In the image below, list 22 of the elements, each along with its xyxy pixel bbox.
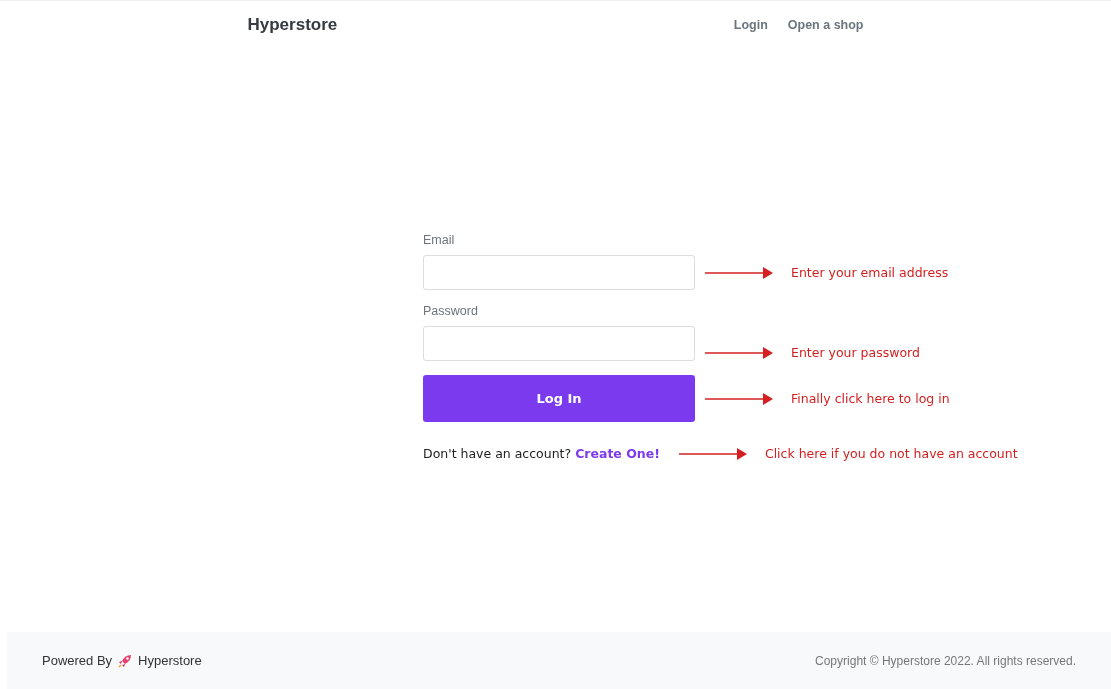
brand-logo[interactable]: Hyperstore	[247, 15, 338, 35]
arrow-icon	[705, 346, 773, 360]
arrow-icon	[705, 391, 773, 406]
arrow-icon	[705, 265, 773, 280]
nav-link[interactable]: Login	[733, 18, 768, 32]
footer-brand: Hyperstore	[138, 653, 202, 668]
powered-by-text: Powered By	[42, 653, 113, 668]
annotation-note: Enter your email address	[791, 265, 949, 280]
annotation-note: Enter your password	[791, 345, 920, 360]
signup-prompt: Don't have an account?	[423, 446, 572, 461]
email-field[interactable]	[423, 255, 695, 290]
annotation-note: Click here if you do not have an account	[764, 446, 1018, 461]
create-account-link[interactable]: Create One!	[575, 446, 660, 461]
nav-link[interactable]: Open a shop	[787, 18, 864, 32]
annotation-note: Finally click here to log in	[791, 391, 950, 406]
copyright-text: Copyright © Hyperstore 2022. All rights reserved.	[815, 653, 1076, 668]
field-label: Password	[423, 304, 479, 318]
field-label: Email	[423, 233, 456, 247]
login-button[interactable]: Log In	[423, 375, 695, 422]
rocket-icon	[117, 652, 134, 669]
password-field[interactable]	[423, 326, 695, 361]
arrow-icon	[678, 446, 747, 461]
